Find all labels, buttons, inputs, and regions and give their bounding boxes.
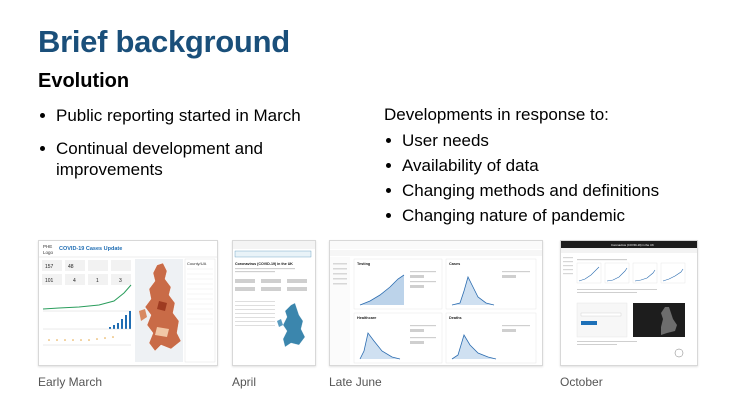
screenshot-april: Coronavirus (COVID-19) in the UK — [232, 240, 316, 366]
dashboard-header: COVID-19 Cases Update — [59, 246, 122, 252]
early-march-dashboard-thumbnail: PHE Logo COVID-19 Cases Update 157 48 10… — [39, 241, 217, 363]
caption-late-june: Late June — [329, 375, 382, 389]
page-heading: Coronavirus (COVID-19) in the UK — [611, 243, 654, 247]
panel-title: Healthcare — [357, 316, 376, 320]
panel-title: Cases — [449, 262, 460, 266]
screenshot-early-march: PHE Logo COVID-19 Cases Update 157 48 10… — [38, 240, 218, 366]
bullet-item: Continual development and improvements — [38, 138, 338, 180]
panel-title: Testing — [357, 262, 371, 266]
count-value: 101 — [45, 278, 54, 284]
count-value: 157 — [45, 264, 54, 270]
caption-early-march: Early March — [38, 375, 103, 389]
late-june-dashboard-thumbnail: Testing Cases Healthcare Deaths — [330, 241, 542, 365]
count-value: 3 — [119, 278, 122, 284]
panel-title: Deaths — [449, 316, 462, 320]
left-bullet-list: Public reporting started in March Contin… — [38, 105, 338, 192]
bullet-item: Changing methods and definitions — [384, 180, 714, 201]
screenshot-late-june: Testing Cases Healthcare Deaths — [329, 240, 543, 366]
count-value: 48 — [68, 264, 74, 270]
right-bullet-list: User needs Availability of data Changing… — [384, 130, 714, 230]
screenshot-october: Coronavirus (COVID-19) in the UK — [560, 240, 698, 366]
count-value: 4 — [73, 278, 76, 284]
panel-label: County/UA — [187, 261, 207, 266]
bullet-item: Public reporting started in March — [38, 105, 338, 126]
april-dashboard-thumbnail: Coronavirus (COVID-19) in the UK — [233, 241, 315, 348]
caption-october: October — [560, 375, 603, 389]
slide-title: Brief background — [38, 24, 290, 59]
bullet-item: User needs — [384, 130, 714, 151]
logo-text: Logo — [43, 250, 54, 255]
page-heading: Coronavirus (COVID-19) in the UK — [235, 262, 293, 266]
bullet-item: Changing nature of pandemic — [384, 205, 714, 226]
october-dashboard-thumbnail: Coronavirus (COVID-19) in the UK — [561, 241, 697, 358]
logo-text: PHE — [43, 244, 52, 249]
developments-heading: Developments in response to: — [384, 105, 609, 124]
caption-april: April — [232, 375, 257, 389]
count-value: 1 — [96, 278, 99, 284]
bullet-item: Availability of data — [384, 155, 714, 176]
slide-subtitle: Evolution — [38, 70, 130, 92]
